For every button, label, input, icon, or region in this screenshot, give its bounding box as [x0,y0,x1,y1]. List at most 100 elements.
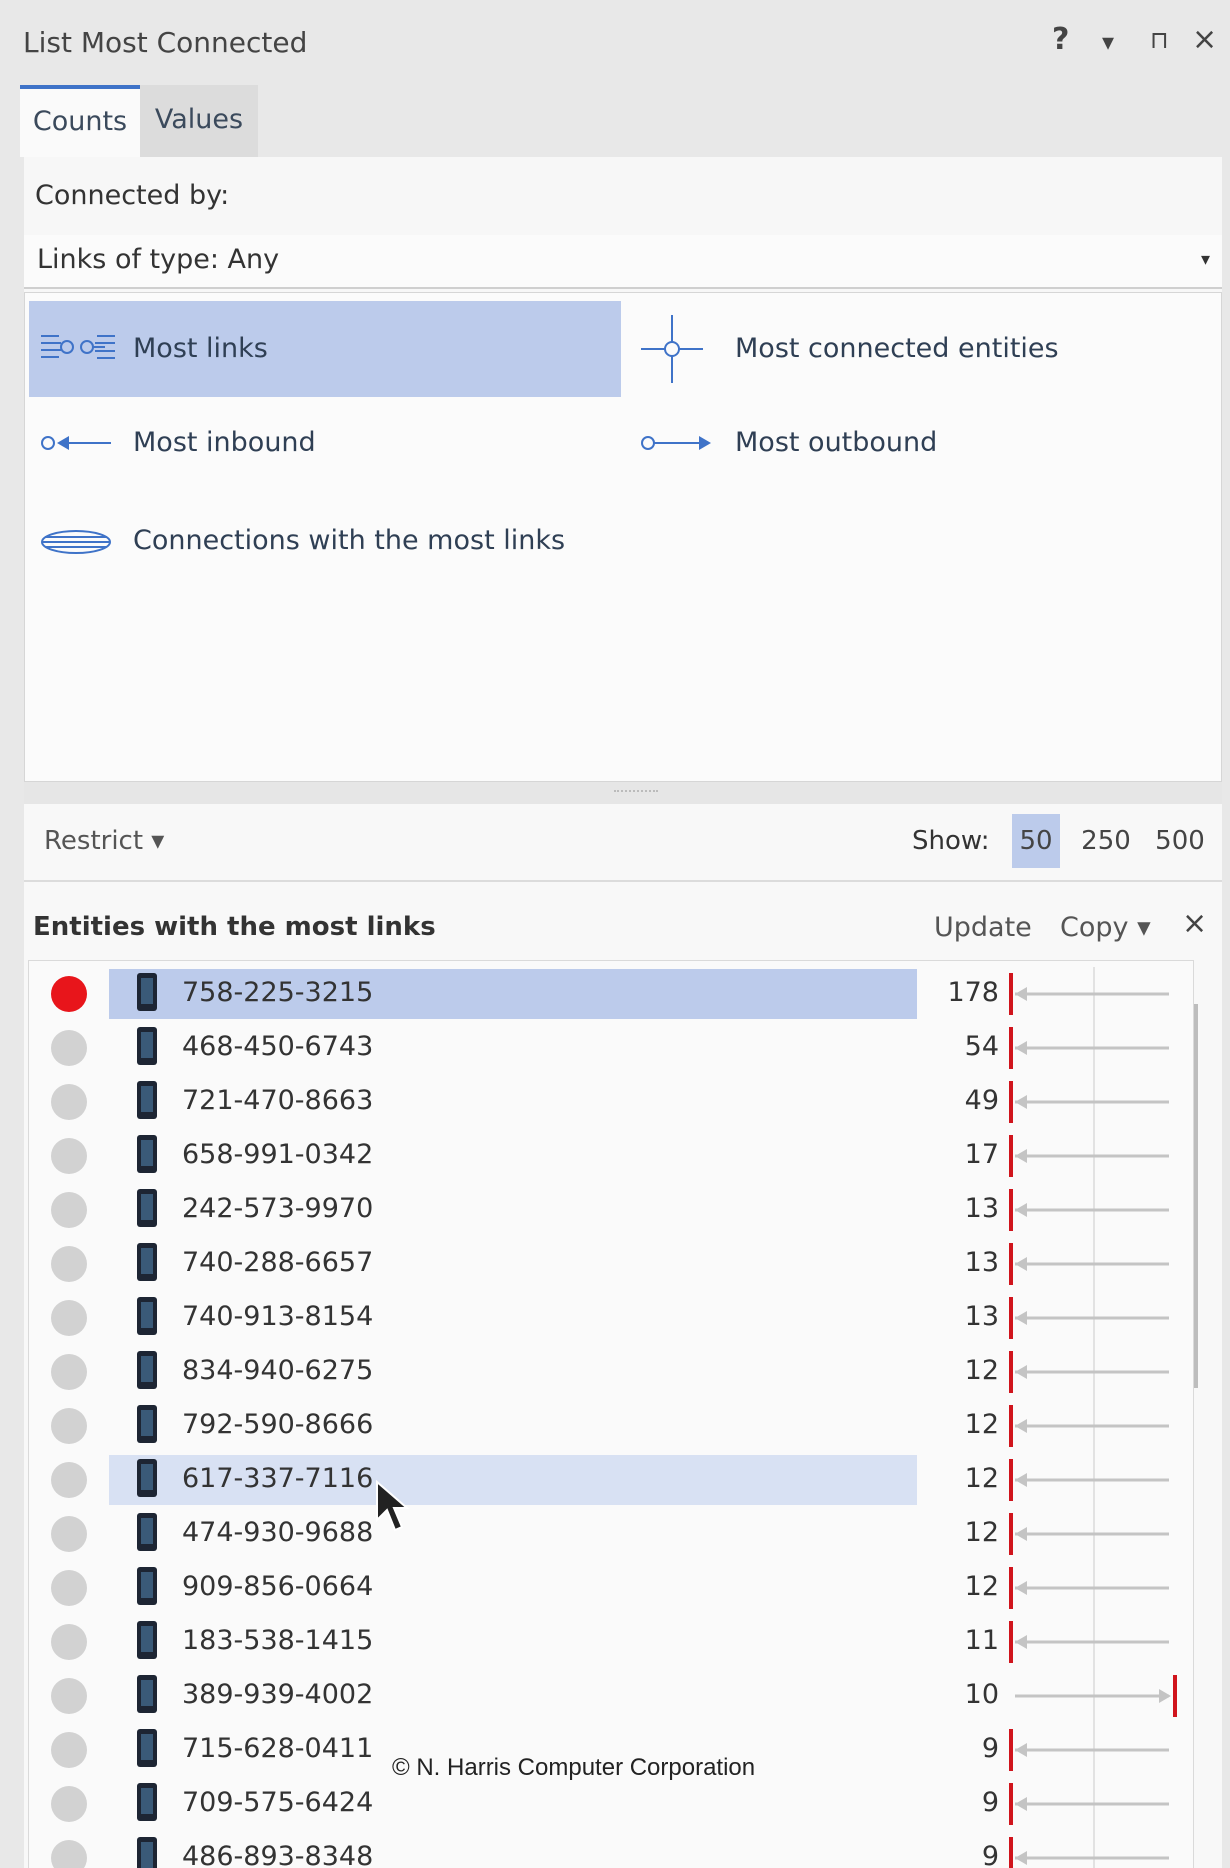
chevron-down-icon: ▾ [1200,249,1210,270]
mobile-phone-icon [137,1297,157,1335]
mobile-phone-icon [137,1567,157,1605]
link-count: 178 [947,977,999,1008]
arrow-head [1015,1527,1027,1541]
copy-dropdown-button[interactable]: Copy ▾ [1060,912,1151,943]
status-dot-icon[interactable] [51,1840,87,1868]
help-icon[interactable]: ? [1052,22,1069,57]
mobile-phone-icon [137,1621,157,1659]
link-bar [1009,1783,1013,1825]
status-dot-icon[interactable] [51,1030,87,1066]
table-row[interactable]: 474-930-9688 12 [29,1507,1193,1561]
table-row[interactable]: 909-856-0664 12 [29,1561,1193,1615]
link-count: 9 [981,1841,999,1868]
link-direction-indicator [1009,1615,1169,1669]
list-most-connected-panel: List Most Connected ? ▾ ⊓ × Counts Value… [0,0,1230,1868]
tab-values[interactable]: Values [140,85,258,157]
dropdown-menu-icon[interactable]: ▾ [1102,28,1114,56]
table-row[interactable]: 617-337-7116 12 [29,1453,1193,1507]
status-dot-icon[interactable] [51,1192,87,1228]
link-bar [1009,1135,1013,1177]
link-direction-indicator [1009,967,1169,1021]
table-row[interactable]: 486-893-8348 9 [29,1831,1193,1868]
link-count: 12 [964,1463,999,1494]
vertical-scrollbar[interactable] [1194,1004,1198,1388]
table-row[interactable]: 740-913-8154 13 [29,1291,1193,1345]
link-count: 17 [964,1139,999,1170]
close-results-icon[interactable]: × [1182,906,1207,941]
phone-number: 909-856-0664 [182,1571,374,1602]
option-most-connected-entities[interactable]: Most connected entities [629,301,1219,397]
status-dot-icon[interactable] [51,1354,87,1390]
close-panel-icon[interactable]: × [1192,22,1217,57]
table-row[interactable]: 721-470-8663 49 [29,1075,1193,1129]
arrow-head [1015,1041,1027,1055]
status-dot-icon[interactable] [51,1246,87,1282]
splitter-grip [614,790,658,796]
table-row[interactable]: 468-450-6743 54 [29,1021,1193,1075]
arrow-head [1015,1743,1027,1757]
link-count: 9 [981,1733,999,1764]
status-dot-icon[interactable] [51,1138,87,1174]
link-bar [1009,1621,1013,1663]
link-direction-indicator [1009,1075,1169,1129]
link-count: 12 [964,1355,999,1386]
link-direction-indicator [1009,1507,1169,1561]
link-count: 12 [964,1517,999,1548]
mobile-phone-icon [137,1189,157,1227]
link-count: 49 [964,1085,999,1116]
status-dot-icon[interactable] [51,1462,87,1498]
panel-title: List Most Connected [23,26,308,59]
table-row[interactable]: 709-575-6424 9 [29,1777,1193,1831]
status-dot-icon[interactable] [51,1084,87,1120]
status-dot-icon[interactable] [51,1624,87,1660]
status-dot-icon[interactable] [51,976,87,1012]
link-direction-indicator [1009,1345,1169,1399]
table-row[interactable]: 242-573-9970 13 [29,1183,1193,1237]
update-button[interactable]: Update [934,912,1032,943]
restrict-dropdown[interactable]: Restrict ▾ [44,826,164,856]
link-bar [1009,1405,1013,1447]
show-500-option[interactable]: 500 [1150,814,1210,868]
phone-number: 389-939-4002 [182,1679,374,1710]
status-dot-icon[interactable] [51,1300,87,1336]
table-row[interactable]: 389-939-4002 10 [29,1669,1193,1723]
phone-number: 658-991-0342 [182,1139,374,1170]
pin-icon[interactable]: ⊓ [1150,26,1169,54]
status-dot-icon[interactable] [51,1786,87,1822]
mobile-phone-icon [137,1459,157,1497]
mobile-phone-icon [137,1081,157,1119]
mouse-cursor-icon [376,1480,410,1532]
mobile-phone-icon [137,1783,157,1821]
mobile-phone-icon [137,1351,157,1389]
table-row[interactable]: 183-538-1415 11 [29,1615,1193,1669]
arrow-head [1015,1149,1027,1163]
panel-splitter[interactable] [24,782,1222,804]
table-row[interactable]: 658-991-0342 17 [29,1129,1193,1183]
status-dot-icon[interactable] [51,1408,87,1444]
status-dot-icon[interactable] [51,1570,87,1606]
results-title: Entities with the most links [33,912,436,942]
mobile-phone-icon [137,1027,157,1065]
link-type-dropdown[interactable]: Links of type: Any ▾ [24,235,1222,289]
table-row[interactable]: 758-225-3215 178 [29,967,1193,1021]
link-direction-indicator [1009,1723,1169,1777]
link-direction-indicator [1009,1561,1169,1615]
link-count: 54 [964,1031,999,1062]
option-connections-most-links[interactable]: Connections with the most links [29,507,621,603]
option-most-inbound[interactable]: Most inbound [29,403,621,499]
mobile-phone-icon [137,1675,157,1713]
link-count: 11 [964,1625,999,1656]
show-50-option[interactable]: 50 [1012,814,1060,868]
option-most-links[interactable]: Most links [29,301,621,397]
table-row[interactable]: 834-940-6275 12 [29,1345,1193,1399]
connections-links-icon [41,530,111,554]
option-most-outbound[interactable]: Most outbound [629,403,1219,499]
tab-counts[interactable]: Counts [20,85,140,157]
status-dot-icon[interactable] [51,1732,87,1768]
status-dot-icon[interactable] [51,1678,87,1714]
table-row[interactable]: 740-288-6657 13 [29,1237,1193,1291]
mobile-phone-icon [137,1837,157,1868]
show-250-option[interactable]: 250 [1076,814,1136,868]
table-row[interactable]: 792-590-8666 12 [29,1399,1193,1453]
status-dot-icon[interactable] [51,1516,87,1552]
